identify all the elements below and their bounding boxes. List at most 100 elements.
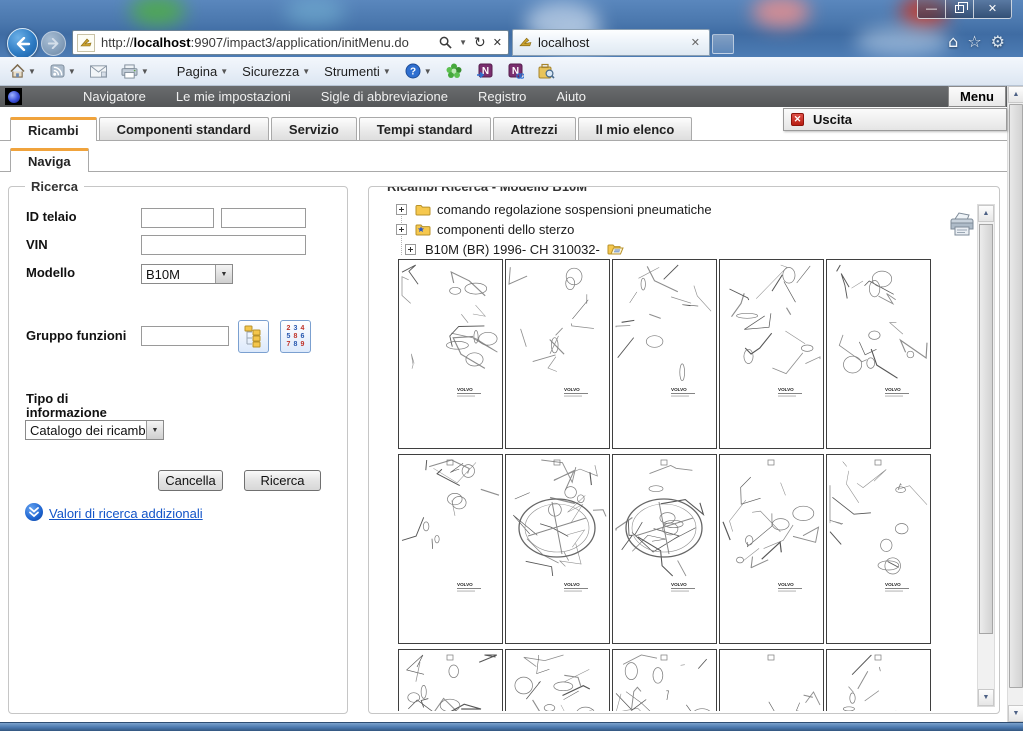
close-button[interactable]: ✕	[974, 0, 1012, 19]
tab-il-mio-elenco[interactable]: Il mio elenco	[578, 117, 693, 140]
read-mail-button[interactable]	[86, 63, 111, 80]
print-results-button[interactable]	[947, 211, 977, 238]
model-select-value: B10M	[142, 267, 215, 282]
tab-close-button[interactable]: ✕	[688, 36, 703, 49]
diagram-thumbnail[interactable]: VOLVO	[505, 649, 610, 711]
diagram-thumbnail[interactable]: VOLVO	[719, 259, 824, 449]
function-group-numbers-button[interactable]: 234586789	[280, 320, 311, 353]
help-menu-button[interactable]: ? ▼	[401, 61, 436, 81]
feed-dropdown-caret[interactable]: ▼	[68, 67, 76, 76]
security-menu-button[interactable]: Sicurezza ▼	[238, 62, 314, 81]
print-button[interactable]: ▼	[117, 62, 153, 81]
svg-text:VOLVO: VOLVO	[457, 582, 473, 587]
diagram-thumbnail[interactable]: VOLVO	[612, 454, 717, 644]
diagram-thumbnail[interactable]: VOLVO	[612, 259, 717, 449]
help-dropdown-caret[interactable]: ▼	[424, 67, 432, 76]
new-tab-button[interactable]	[712, 34, 734, 54]
onenote-linked-button[interactable]: N	[503, 61, 528, 81]
onenote-linked-icon: N	[507, 63, 524, 79]
diagram-thumbnail[interactable]: VOLVO	[612, 649, 717, 711]
tree-expand-icon[interactable]	[405, 244, 416, 255]
info-type-select-arrow-icon: ▼	[146, 421, 163, 439]
diagram-thumbnail[interactable]: VOLVO	[826, 649, 931, 711]
results-scrollbar-thumb[interactable]	[979, 224, 993, 634]
diagram-thumbnail[interactable]: VOLVO	[398, 649, 503, 711]
tab-tempi-standard[interactable]: Tempi standard	[359, 117, 491, 140]
favorites-button[interactable]: ☆	[967, 32, 981, 51]
menubar-item-registro[interactable]: Registro	[463, 89, 541, 104]
tab-title: localhost	[538, 35, 688, 50]
stop-button[interactable]: ✕	[493, 36, 502, 49]
taskbar-blur-blob	[130, 0, 185, 26]
research-button[interactable]	[534, 61, 559, 81]
tree-item[interactable]: comando regolazione sospensioni pneumati…	[396, 202, 712, 217]
scroll-down-arrow[interactable]: ▼	[1008, 705, 1023, 722]
print-dropdown-caret[interactable]: ▼	[141, 67, 149, 76]
search-dropdown-caret[interactable]: ▼	[459, 38, 467, 47]
minimize-glyph: —	[926, 4, 937, 15]
menubar-item-navigatore[interactable]: Navigatore	[68, 89, 161, 104]
home-menu-button[interactable]: ▼	[6, 62, 40, 80]
tab-attrezzi[interactable]: Attrezzi	[493, 117, 576, 140]
menu-button[interactable]: Menu	[948, 86, 1006, 107]
tree-item[interactable]: B10M (BR) 1996- CH 310032-	[405, 242, 630, 257]
feed-button[interactable]: ▼	[46, 62, 80, 80]
tab-naviga[interactable]: Naviga	[10, 148, 89, 172]
back-button[interactable]	[7, 28, 38, 57]
additional-search-values-link[interactable]: Valori di ricerca addizionali	[49, 506, 203, 521]
onenote-send-button[interactable]: N	[472, 61, 497, 81]
expand-chevron-icon[interactable]	[25, 503, 43, 521]
icq-button[interactable]	[442, 61, 466, 81]
forward-button[interactable]	[41, 31, 66, 56]
function-group-tree-button[interactable]	[238, 320, 269, 353]
diagram-thumbnail[interactable]: VOLVO	[398, 259, 503, 449]
diagram-thumbnail[interactable]: VOLVO	[398, 454, 503, 644]
results-scroll-up-arrow[interactable]: ▲	[978, 205, 994, 222]
tools-menu-button[interactable]: Strumenti ▼	[320, 62, 395, 81]
page-scrollbar[interactable]: ▲ ▼	[1007, 86, 1023, 722]
chassis-id-input-1[interactable]	[141, 208, 214, 228]
diagram-thumbnail[interactable]: VOLVO	[826, 454, 931, 644]
minimize-button[interactable]: —	[917, 0, 946, 19]
page-scrollbar-thumb[interactable]	[1009, 104, 1023, 688]
model-select[interactable]: B10M ▼	[141, 264, 233, 284]
diagram-thumbnail[interactable]: VOLVO	[826, 259, 931, 449]
tree-item[interactable]: componenti dello sterzo	[396, 222, 574, 237]
function-group-input[interactable]	[141, 326, 229, 346]
results-scrollbar[interactable]: ▲ ▼	[977, 204, 995, 707]
page-menu-button[interactable]: Pagina ▼	[173, 62, 232, 81]
home-button[interactable]: ⌂	[948, 32, 958, 51]
tree-expand-icon[interactable]	[396, 204, 407, 215]
diagram-thumbnail[interactable]: VOLVO	[505, 259, 610, 449]
window-bottom-frame	[0, 722, 1023, 731]
logout-menu-item[interactable]: ✕ Uscita	[783, 108, 1007, 131]
results-scroll-down-arrow[interactable]: ▼	[978, 689, 994, 706]
chassis-id-input-2[interactable]	[221, 208, 306, 228]
back-arrow-icon	[15, 37, 31, 51]
home-dropdown-caret[interactable]: ▼	[28, 67, 36, 76]
search-icon[interactable]	[439, 36, 452, 49]
tab-ricambi[interactable]: Ricambi	[10, 117, 97, 141]
diagram-thumbnail[interactable]: VOLVO	[719, 649, 824, 711]
settings-gear-button[interactable]: ⚙	[991, 32, 1005, 51]
tab-servizio[interactable]: Servizio	[271, 117, 357, 140]
application-menubar: Navigatore Le mie impostazioni Sigle di …	[0, 86, 1007, 107]
tree-expand-icon[interactable]	[396, 224, 407, 235]
menubar-item-sigle[interactable]: Sigle di abbreviazione	[306, 89, 463, 104]
feed-icon	[50, 64, 65, 78]
refresh-button[interactable]: ↻	[474, 35, 486, 51]
vin-input[interactable]	[141, 235, 306, 255]
scroll-up-arrow[interactable]: ▲	[1008, 86, 1023, 103]
browser-tab[interactable]: localhost ✕	[512, 29, 710, 56]
maximize-button[interactable]	[946, 0, 974, 19]
search-button[interactable]: Ricerca	[244, 470, 321, 491]
tab-componenti-standard[interactable]: Componenti standard	[99, 117, 269, 140]
info-type-select[interactable]: Catalogo dei ricambi ▼	[25, 420, 164, 440]
diagram-thumbnail[interactable]: VOLVO	[719, 454, 824, 644]
diagram-thumbnail[interactable]: VOLVO	[505, 454, 610, 644]
clear-button[interactable]: Cancella	[158, 470, 223, 491]
address-input[interactable]: http://localhost:9907/impact3/applicatio…	[72, 30, 509, 55]
menubar-item-impostazioni[interactable]: Le mie impostazioni	[161, 89, 306, 104]
tools-menu-label: Strumenti	[324, 64, 380, 79]
menubar-item-aiuto[interactable]: Aiuto	[541, 89, 601, 104]
